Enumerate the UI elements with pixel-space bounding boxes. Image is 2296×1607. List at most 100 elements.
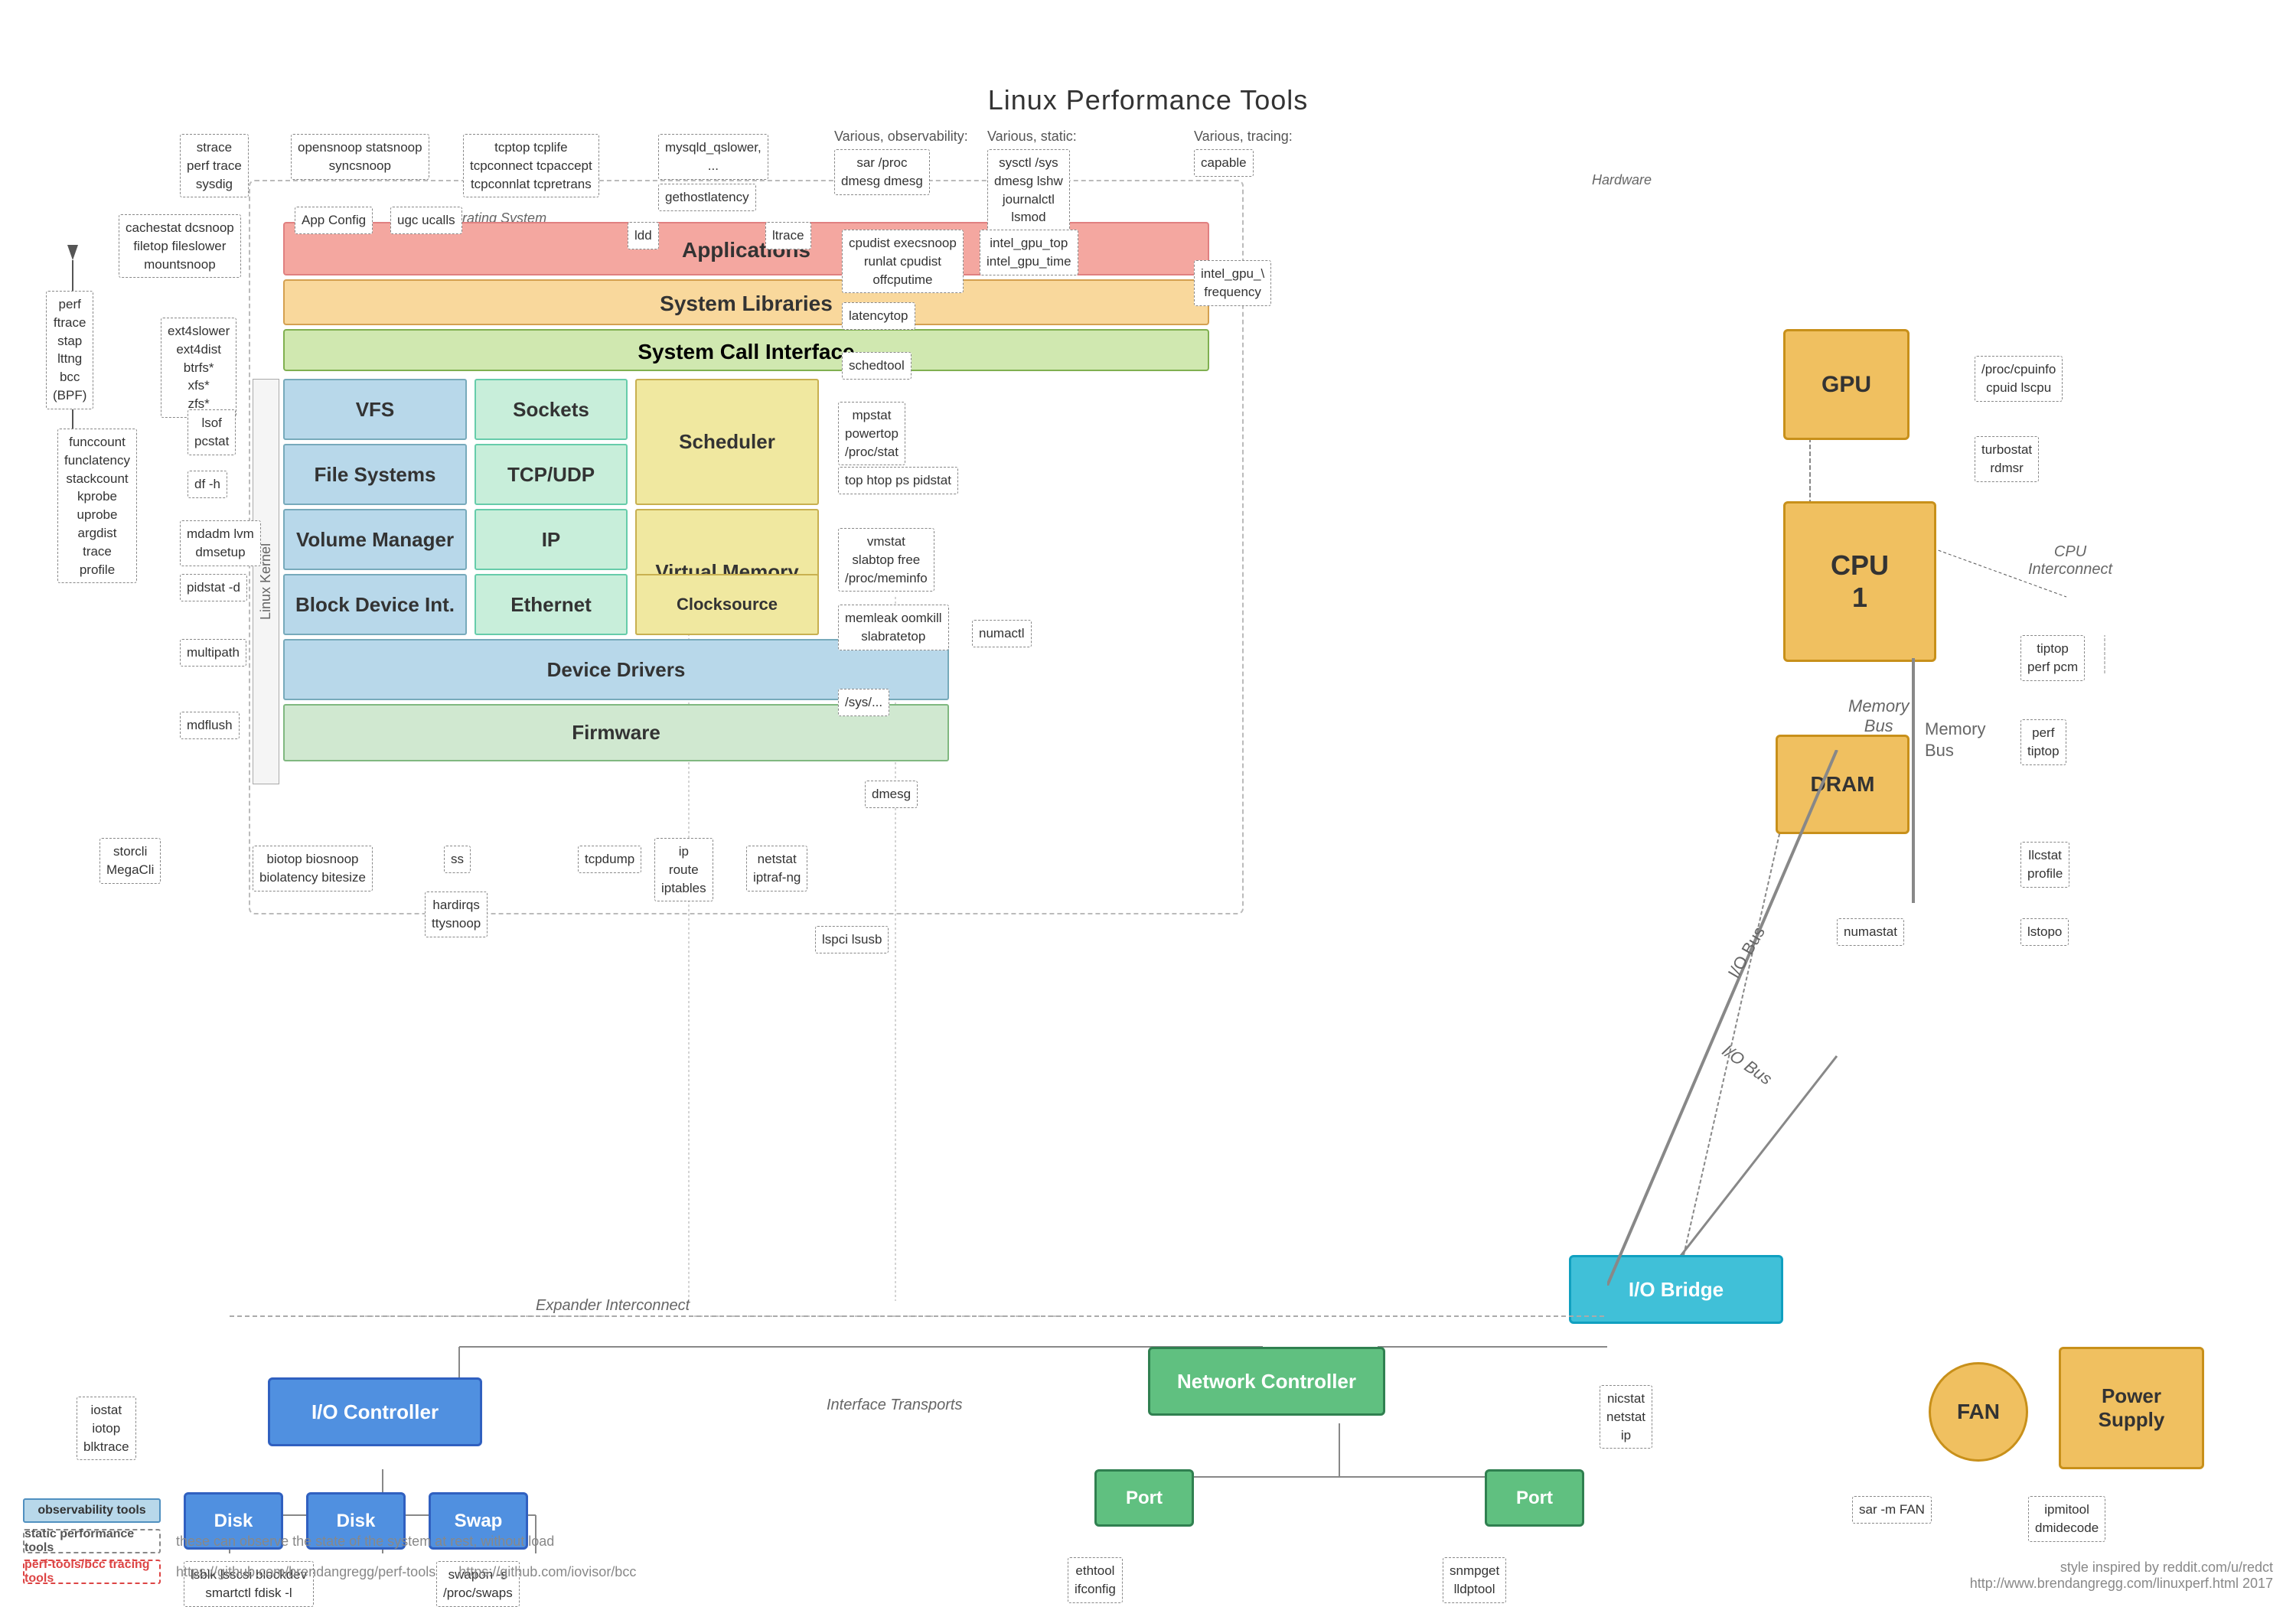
cpu-box: CPU 1 [1783,501,1936,662]
various-tracing-label: Various, tracing: [1194,129,1293,145]
hardirqs-tools: hardirqs ttysnoop [425,892,488,937]
storcli-tools: storcli MegaCli [99,838,161,884]
io-bus-label: I/O Bus [1718,1041,1776,1089]
gpu-box: GPU [1783,329,1910,440]
legend-static: static performance tools these can obser… [23,1529,636,1553]
lstopo-tool: lstopo [2020,918,2069,946]
port2-box: Port [1485,1469,1584,1527]
sockets-box: Sockets [475,379,628,440]
mpstat-tools: mpstat powertop /proc/stat [838,402,905,465]
llcstat-tools: llcstat profile [2020,842,2069,888]
scheduler-box: Scheduler [635,379,819,505]
legend-observability-box: observability tools [23,1498,161,1523]
tiptop-tools: tiptop perf pcm [2020,635,2085,681]
latencytop-tool: latencytop [842,302,915,330]
sar-proc-tools: sar /proc dmesg dmesg [834,149,930,195]
ltrace-tool: ltrace [765,222,811,249]
power-supply-box: Power Supply [2059,1347,2204,1469]
app-config-tool: App Config [295,207,373,234]
mdflush-tool: mdflush [180,712,240,739]
various-obs-label: Various, observability: [834,129,968,145]
block-device-box: Block Device Int. [283,574,467,635]
legend-static-description: these can observe the state of the syste… [176,1534,554,1550]
system-libraries-layer: System Libraries [283,279,1209,325]
legend-observability: observability tools [23,1498,636,1523]
interface-transports-label: Interface Transports [827,1397,962,1414]
style-credit: style inspired by reddit.com/u/redct [1970,1560,2273,1576]
numastat-tool: numastat [1837,918,1904,946]
dmesg-tool: dmesg [865,781,918,808]
ugc-ucalls-tool: ugc ucalls [390,207,462,234]
tcptop-tools: tcptop tcplife tcpconnect tcpaccept tcpc… [463,134,599,197]
cpudist-tools: cpudist execsnoop runlat cpudist offcput… [842,230,964,293]
lsof-pcstat-tools: lsof pcstat [188,409,236,455]
file-systems-box: File Systems [283,444,467,505]
fan-box: FAN [1929,1362,2028,1462]
df-h-tool: df -h [188,471,227,498]
opensnoop-tools: opensnoop statsnoop syncsnoop [291,134,429,180]
lspci-lsusb-tools: lspci lsusb [815,926,889,953]
io-bridge-box: I/O Bridge [1569,1255,1783,1324]
proc-cpuinfo-tools: /proc/cpuinfo cpuid lscpu [1975,356,2063,402]
network-controller-box: Network Controller [1148,1347,1385,1416]
funccount-tools: funccount funclatency stackcount kprobe … [57,429,137,583]
ip-box: IP [475,509,628,570]
legend: observability tools static performance t… [23,1498,636,1584]
ipmitool-tools: ipmitool dmidecode [2028,1496,2105,1542]
dram-box: DRAM [1776,735,1910,834]
svg-text:Memory: Memory [1925,719,1985,738]
ldd-tool: ldd [628,222,659,249]
clocksource-box: Clocksource [635,574,819,635]
intel-gpu-top-tools: intel_gpu_top intel_gpu_time [980,230,1078,275]
ss-tool: ss [444,846,471,873]
iostat-tools: iostat iotop blktrace [77,1397,136,1460]
expander-line [230,1301,1607,1332]
page-title: Linux Performance Tools [0,61,2296,116]
perf-tiptop-tools: perf tiptop [2020,719,2066,765]
cachestat-tools: cachestat dcsnoop filetop fileslower mou… [119,214,241,278]
main-url: http://www.brendangregg.com/linuxperf.ht… [1970,1576,2273,1592]
tcpdump-tool: tcpdump [578,846,641,873]
pidstat-d-tool: pidstat -d [180,574,247,601]
footer: style inspired by reddit.com/u/redct htt… [1970,1560,2273,1592]
capable-tool: capable [1194,149,1254,177]
syscall-layer: System Call Interface [283,329,1209,371]
gethostlatency-tool: gethostlatency [658,184,756,211]
snmpget-tools: snmpget lldptool [1443,1557,1506,1603]
legend-perf: perf-tools/bcc tracing tools https://git… [23,1560,636,1584]
netstat-tools: netstat iptraf-ng [746,846,807,892]
vfs-box: VFS [283,379,467,440]
numactl-tool: numactl [972,620,1032,647]
expander-interconnect-label: Expander Interconnect [536,1297,690,1315]
sys-dots-tool: /sys/... [838,689,889,716]
sar-m-fan-tool: sar -m FAN [1852,1496,1932,1524]
ethernet-box: Ethernet [475,574,628,635]
nicstat-tools: nicstat netstat ip [1600,1385,1652,1449]
main-diagram: Linux Performance Tools [0,61,2296,1607]
legend-static-box: static performance tools [23,1529,161,1553]
mdadm-tools: mdadm lvm dmsetup [180,520,261,566]
memory-bus-label: Memory Bus [1848,696,1909,736]
intel-gpu-freq-tools: intel_gpu_\ frequency [1194,260,1271,306]
volume-manager-box: Volume Manager [283,509,467,570]
svg-text:Bus: Bus [1925,741,1954,760]
tcp-udp-box: TCP/UDP [475,444,628,505]
legend-link2: https://github.com/iovisor/bcc [458,1564,636,1580]
legend-link1: https://github.com/brendangregg/perf-too… [176,1564,435,1580]
perf-tools: perf ftrace stap lttng bcc (BPF) [46,291,93,409]
ip-route-tools: ip route iptables [654,838,713,901]
ext4slower-tools: ext4slower ext4dist btrfs* xfs* zfs* [161,318,236,418]
sysctl-tools: sysctl /sys dmesg lshw journalctl lsmod [987,149,1070,231]
various-static-label: Various, static: [987,129,1077,145]
cpu-interconnect-label: CPU Interconnect [2028,543,2112,579]
ethtool-tools: ethtool ifconfig [1068,1557,1123,1603]
biotop-tools: biotop biosnoop biolatency bitesize [253,846,373,892]
turbostat-tools: turbostat rdmsr [1975,436,2039,482]
svg-text:I/O Bus: I/O Bus [1724,923,1769,981]
schedtool-tool: schedtool [842,352,912,380]
memleak-tools: memleak oomkill slabratetop [838,605,949,650]
legend-perf-box: perf-tools/bcc tracing tools [23,1560,161,1584]
multipath-tool: multipath [180,639,246,667]
io-controller-box: I/O Controller [268,1377,482,1446]
hardware-label: Hardware [1592,172,1652,188]
